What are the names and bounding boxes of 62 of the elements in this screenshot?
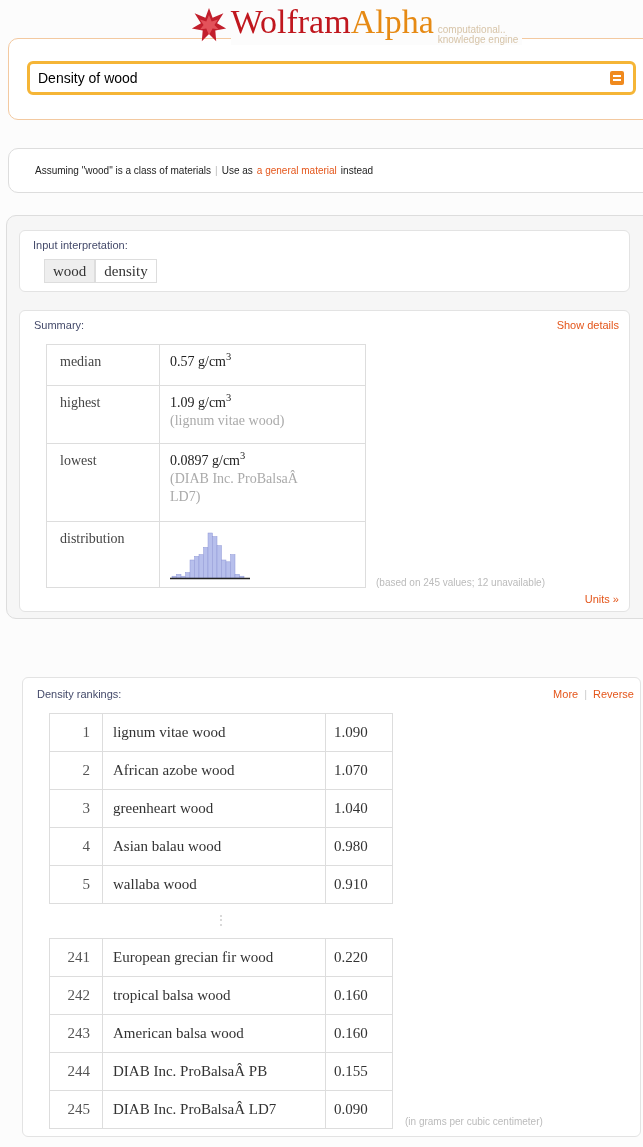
assumption-text: Assuming "wood" is a class of materials [35,164,212,178]
summary-value: 0.0897 g/cm$^{3}$ [170,451,247,470]
summary-footnote: (based on 245 values; 12 unavailable) [376,575,545,590]
summary-label-cell: median [46,344,160,385]
density-value-cell: 0.090 [325,1090,393,1128]
density-value-cell: 0.220 [325,938,393,976]
density-value-cell: 0.155 [325,1052,393,1090]
reverse-link[interactable]: Reverse [593,686,634,703]
density-value-cell: 0.980 [325,827,393,865]
material-name-cell: African azobe wood [102,751,326,789]
density-value-cell: 1.070 [325,751,393,789]
material-name-cell: DIAB Inc. ProBalsaÂ PB [102,1052,326,1090]
general-material-link[interactable]: a general material [256,163,337,178]
material-name-cell: European grecian fir wood [102,938,326,976]
rank-cell: 4 [49,827,103,865]
summary-note: (DIAB Inc. ProBalsaÂ LD7) [170,469,299,506]
rank-cell: 1 [49,713,103,751]
density-value-cell: 1.040 [325,789,393,827]
summary-note: (lignum vitae wood) [170,411,286,430]
rank-cell: 245 [49,1090,103,1128]
material-name-cell: American balsa wood [102,1014,326,1052]
material-name-cell: tropical balsa wood [102,976,326,1014]
summary-label-cell: distribution [46,521,160,587]
summary-label-cell: highest [46,385,160,443]
interpretation-term: density [95,258,157,283]
summary-label-cell: lowest [46,443,160,521]
pod-title: Summary: [34,318,85,333]
density-value-cell: 1.090 [325,713,393,751]
material-name-cell: lignum vitae wood [102,713,326,751]
rank-cell: 244 [49,1052,103,1090]
logo-tagline: knowledge engine [437,35,519,45]
rank-cell: 243 [49,1014,103,1052]
pod-title: Density rankings: [37,687,122,702]
logo-tagline: computational.. [437,25,507,35]
search-field[interactable]: Density of wood [27,61,636,95]
units-footnote: (in grams per cubic centimeter) [405,1114,543,1129]
logo-wordmark: WolframAlpha [230,5,434,39]
menu-icon[interactable] [610,71,624,85]
rank-cell: 242 [49,976,103,1014]
separator: | [215,164,218,178]
assumption-text: instead [340,164,374,178]
separator: | [584,687,588,702]
material-name-cell: Asian balau wood [102,827,326,865]
rank-cell: 3 [49,789,103,827]
rank-cell: 2 [49,751,103,789]
density-value-cell: 0.160 [325,976,393,1014]
units-link[interactable]: Units » [584,590,619,607]
material-name-cell: wallaba wood [102,865,326,903]
material-name-cell: DIAB Inc. ProBalsaÂ LD7 [102,1090,326,1128]
material-name-cell: greenheart wood [102,789,326,827]
summary-value: 1.09 g/cm$^{3}$ [170,393,233,412]
interpretation-term: wood [44,258,96,283]
summary-value: 0.57 g/cm$^{3}$ [170,352,233,371]
more-link[interactable]: More [553,686,579,703]
assumption-text: Use as [221,164,253,178]
ellipsis: ⋮ [213,911,229,930]
rank-cell: 241 [49,938,103,976]
density-value-cell: 0.160 [325,1014,393,1052]
rank-cell: 5 [49,865,103,903]
show-details-link[interactable]: Show details [556,317,619,334]
pod-title: Input interpretation: [33,238,129,253]
density-value-cell: 0.910 [325,865,393,903]
